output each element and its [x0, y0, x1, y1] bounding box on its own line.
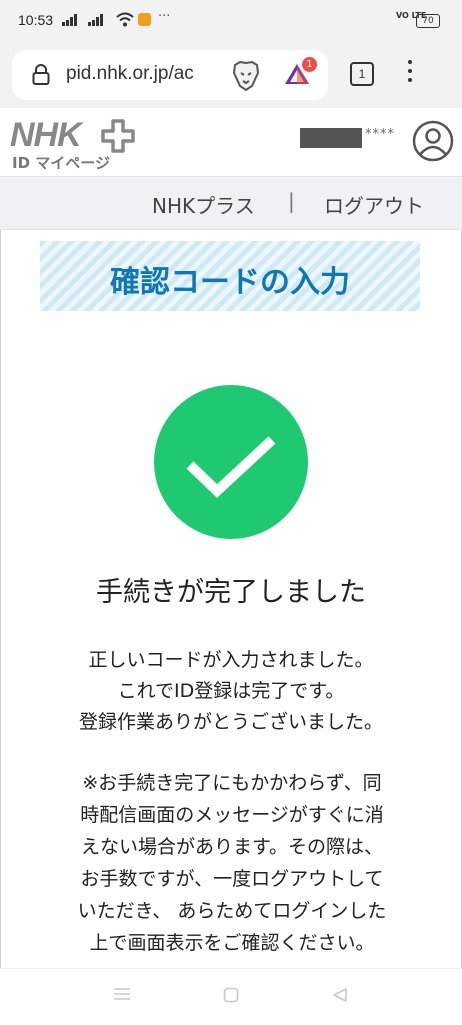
battery-icon: 70 [416, 14, 440, 28]
note-line: えない場合があります。その際は、 [80, 836, 384, 858]
app-notification-icon [138, 13, 151, 26]
logo-subtitle: ID マイページ [12, 154, 110, 172]
page-title: 確認コードの入力 [110, 265, 350, 300]
menu-icon[interactable] [114, 987, 130, 1001]
lock-icon [32, 64, 50, 85]
system-nav-bar [0, 968, 462, 1025]
tab-switcher-button[interactable]: 1 [350, 62, 374, 86]
home-icon[interactable] [223, 987, 239, 1003]
site-nav: NHKプラス | ログアウト [0, 176, 462, 230]
nav-link-logout[interactable]: ログアウト [324, 190, 424, 219]
site-header: NHK ID マイページ **** [0, 108, 462, 176]
url-text[interactable]: pid.nhk.or.jp/ac [66, 63, 222, 85]
wifi-icon [116, 12, 134, 27]
rewards-badge: 1 [302, 57, 317, 72]
back-icon[interactable] [332, 987, 348, 1003]
success-check-icon [154, 385, 308, 539]
message-line: 登録作業ありがとうございました。 [78, 711, 383, 733]
note-line: 上で画面表示をご確認ください。 [89, 932, 375, 954]
page-heading-banner: 確認コードの入力 [40, 241, 420, 311]
user-id-suffix: **** [365, 127, 395, 142]
note-line: お手数ですが、一度ログアウトして [80, 868, 384, 890]
nhk-logo[interactable]: NHK [10, 116, 82, 155]
completion-title: 手続きが完了しました [96, 577, 366, 608]
status-bar: 10:53 ··· VO LTE 70 [0, 0, 462, 42]
browser-menu-icon[interactable] [406, 60, 414, 87]
address-bar[interactable]: pid.nhk.or.jp/ac [12, 50, 328, 100]
status-time: 10:53 [18, 12, 54, 28]
account-icon[interactable] [412, 120, 454, 162]
brave-shields-icon[interactable] [232, 61, 260, 91]
browser-toolbar: pid.nhk.or.jp/ac 1 1 [0, 42, 462, 109]
nav-link-nhk-plus[interactable]: NHKプラス [152, 190, 255, 219]
message-line: 正しいコードが入力されました。 [88, 649, 374, 671]
more-notifications-icon: ··· [158, 9, 171, 24]
note-line: いただき、 あらためてログインした [77, 900, 387, 922]
note-line: 時配信画面のメッセージがすぐに消 [80, 804, 384, 826]
masked-user-id [300, 128, 362, 148]
message-line: これでID登録は完了です。 [117, 680, 345, 702]
nhk-plus-logo-icon [101, 119, 135, 153]
nav-separator: | [288, 189, 295, 213]
note-line: ※お手続き完了にもかかわらず、同 [82, 772, 382, 794]
